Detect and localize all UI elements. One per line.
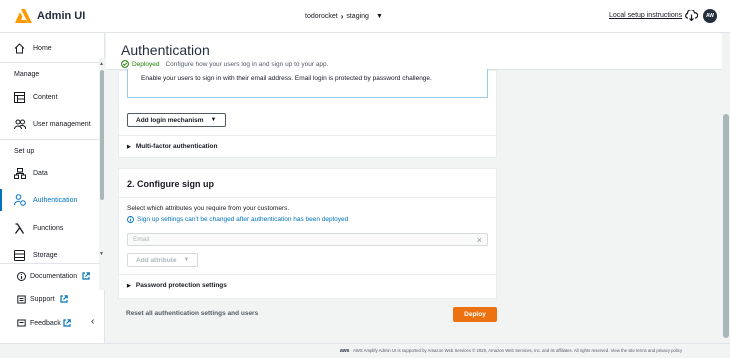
environment-name: staging bbox=[346, 13, 369, 20]
deploy-status: Deployed Configure how your users log in… bbox=[121, 60, 328, 68]
feedback-icon bbox=[17, 319, 26, 326]
breadcrumb-separator-icon: › bbox=[340, 12, 344, 21]
signup-info-note: Sign up settings can't be changed after … bbox=[127, 216, 348, 223]
footer-text: AWS Amplify Admin UI is supported by Ama… bbox=[353, 348, 683, 353]
sidebar-item-label: User management bbox=[33, 120, 91, 128]
scroll-up-icon[interactable]: ▲ bbox=[99, 61, 104, 67]
caret-right-icon: ▶ bbox=[127, 282, 131, 289]
sidebar-scrollbar-thumb[interactable] bbox=[100, 70, 104, 200]
documentation-label: Documentation bbox=[30, 272, 78, 280]
check-circle-icon bbox=[121, 60, 129, 68]
sidebar: Home Manage Content User management Set … bbox=[0, 33, 105, 343]
sidebar-item-label: Home bbox=[33, 44, 52, 52]
section-title-setup: Set up bbox=[14, 148, 35, 155]
divider bbox=[0, 263, 100, 264]
divider bbox=[0, 62, 100, 63]
support-icon bbox=[17, 295, 26, 303]
page-description: Configure how your users log in and sign… bbox=[165, 60, 329, 68]
button-label: Add attribute bbox=[136, 256, 177, 264]
external-link-icon bbox=[82, 272, 90, 280]
main-scrollbar-thumb[interactable] bbox=[723, 114, 729, 338]
feedback-label: Feedback bbox=[30, 319, 61, 327]
amplify-logo-icon bbox=[15, 9, 32, 23]
external-link-icon bbox=[63, 319, 71, 327]
users-icon bbox=[14, 119, 26, 129]
documentation-link[interactable]: Documentation bbox=[0, 266, 100, 286]
sidebar-item-user-management[interactable]: User management bbox=[0, 113, 100, 135]
external-link-icon bbox=[60, 295, 68, 303]
expander-label: Multi-factor authentication bbox=[135, 143, 218, 150]
mfa-expander[interactable]: ▶ Multi-factor authentication bbox=[127, 143, 217, 150]
section-heading: 2. Configure sign up bbox=[127, 179, 214, 189]
email-input[interactable] bbox=[128, 234, 458, 245]
expander-label: Password protection settings bbox=[135, 282, 227, 289]
app-title: Admin UI bbox=[37, 10, 86, 22]
support-label: Support bbox=[30, 295, 55, 303]
sidebar-item-home[interactable]: Home bbox=[0, 37, 100, 59]
project-name: todorocket bbox=[305, 13, 338, 20]
sidebar-item-authentication[interactable]: Authentication bbox=[0, 189, 100, 211]
page-header: Authentication Deployed Configure how yo… bbox=[106, 33, 722, 70]
sidebar-item-label: Storage bbox=[33, 251, 58, 259]
close-icon[interactable]: × bbox=[477, 235, 482, 245]
caret-down-icon: ▼ bbox=[183, 257, 190, 263]
deploy-button[interactable]: Deploy bbox=[453, 307, 497, 322]
aws-logo: aws bbox=[340, 348, 350, 354]
support-link[interactable]: Support bbox=[0, 289, 100, 309]
user-avatar[interactable]: AW bbox=[703, 9, 717, 23]
feedback-link[interactable]: Feedback bbox=[0, 313, 100, 333]
section-title-manage: Manage bbox=[14, 71, 40, 78]
divider bbox=[0, 139, 100, 140]
divider bbox=[119, 274, 496, 275]
storage-icon bbox=[14, 249, 25, 261]
data-model-icon bbox=[14, 167, 26, 179]
user-lock-icon bbox=[14, 194, 26, 206]
caret-down-icon: ▼ bbox=[210, 117, 217, 123]
lambda-icon bbox=[14, 222, 25, 234]
page-footer: aws AWS Amplify Admin UI is supported by… bbox=[0, 343, 730, 358]
divider bbox=[119, 135, 496, 136]
page-title: Authentication bbox=[121, 42, 210, 58]
reset-settings-link[interactable]: Reset all authentication settings and us… bbox=[126, 310, 258, 317]
status-label: Deployed bbox=[132, 60, 160, 68]
sidebar-item-label: Data bbox=[33, 169, 48, 177]
sidebar-item-label: Functions bbox=[33, 224, 64, 232]
divider bbox=[119, 197, 496, 198]
signup-settings-panel: 2. Configure sign up Select which attrib… bbox=[118, 168, 497, 299]
email-login-info-box: Enable your users to sign in with their … bbox=[127, 69, 488, 98]
top-bar: Admin UI todorocket › staging ▼ Local se… bbox=[0, 0, 730, 33]
caret-right-icon: ▶ bbox=[127, 143, 131, 150]
local-setup-link[interactable]: Local setup instructions bbox=[609, 12, 682, 19]
password-settings-expander[interactable]: ▶ Password protection settings bbox=[127, 282, 227, 289]
email-login-description: Enable your users to sign in with their … bbox=[141, 75, 432, 82]
sidebar-item-functions[interactable]: Functions bbox=[0, 217, 100, 239]
login-settings-panel: Enable your users to sign in with their … bbox=[118, 69, 497, 158]
sidebar-item-content[interactable]: Content bbox=[0, 86, 100, 108]
email-attribute-field[interactable]: × bbox=[127, 233, 488, 246]
environment-selector[interactable]: todorocket › staging ▼ bbox=[305, 12, 383, 21]
collapse-sidebar-icon[interactable]: ‹ bbox=[91, 316, 94, 327]
sidebar-item-label: Content bbox=[33, 93, 58, 101]
add-attribute-button[interactable]: Add attribute ▼ bbox=[127, 253, 199, 267]
info-text: Sign up settings can't be changed after … bbox=[137, 216, 349, 223]
sidebar-item-label: Authentication bbox=[33, 196, 78, 204]
signup-prompt: Select which attributes you require from… bbox=[127, 205, 290, 212]
content-table-icon bbox=[14, 91, 25, 103]
home-icon bbox=[14, 42, 25, 53]
sidebar-item-data[interactable]: Data bbox=[0, 162, 100, 184]
button-label: Add login mechanism bbox=[136, 116, 204, 124]
info-icon bbox=[17, 271, 26, 281]
cloud-download-icon[interactable] bbox=[685, 10, 698, 21]
info-icon bbox=[127, 216, 134, 223]
add-login-mechanism-button[interactable]: Add login mechanism ▼ bbox=[127, 113, 226, 127]
scroll-down-icon[interactable]: ▼ bbox=[99, 251, 104, 257]
caret-down-icon: ▼ bbox=[375, 13, 383, 20]
